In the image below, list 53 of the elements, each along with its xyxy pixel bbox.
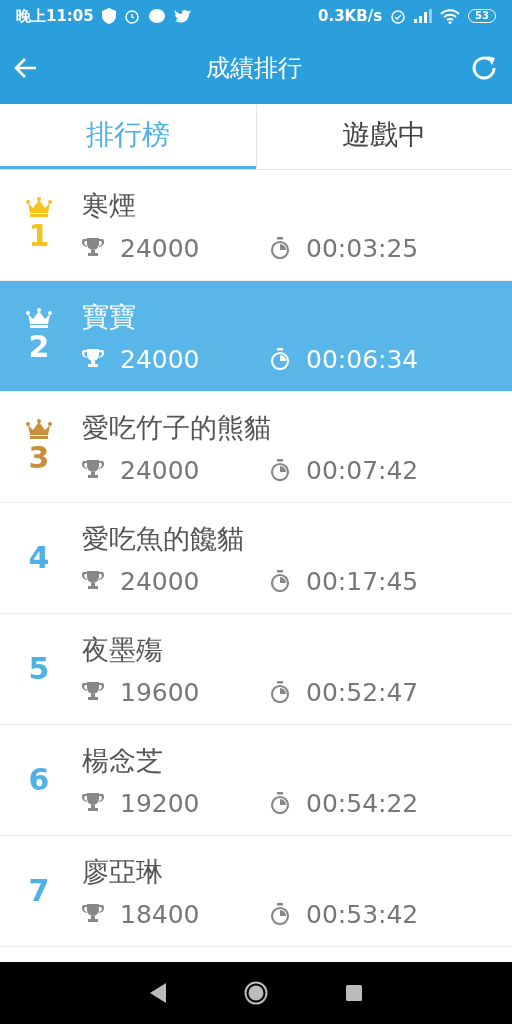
screen-title: 成績排行	[205, 53, 303, 84]
wifi-icon	[440, 8, 461, 24]
refresh-icon[interactable]	[470, 54, 498, 82]
stopwatch-icon	[270, 903, 290, 925]
rank-number: 7	[28, 874, 50, 908]
player-name: 楊念芝	[82, 743, 164, 778]
rank-number: 2	[28, 330, 50, 364]
trophy-icon	[82, 460, 104, 480]
trophy-icon	[82, 793, 104, 813]
elapsed-time: 00:07:42	[306, 455, 419, 485]
stopwatch-icon	[270, 348, 290, 370]
score: 18400	[120, 899, 201, 929]
stopwatch-icon	[270, 237, 290, 259]
elapsed-time: 00:17:45	[306, 566, 419, 596]
score: 24000	[120, 455, 201, 485]
shield-icon	[101, 8, 116, 24]
player-name: 寒煙	[82, 188, 137, 223]
trophy-icon	[82, 349, 104, 369]
status-time: 晚上11:05	[16, 6, 94, 26]
trophy-icon	[82, 682, 104, 702]
score: 19200	[120, 788, 201, 818]
stopwatch-icon	[270, 570, 290, 592]
score: 24000	[120, 566, 201, 596]
rank-number: 5	[28, 652, 50, 686]
score: 24000	[120, 344, 201, 374]
elapsed-time: 00:06:34	[306, 344, 419, 374]
score: 19600	[120, 677, 201, 707]
signal-icon	[414, 9, 433, 23]
stopwatch-icon	[270, 792, 290, 814]
elapsed-time: 00:53:42	[306, 899, 419, 929]
rank-number: 4	[28, 541, 50, 575]
player-name: 愛吃魚的饞貓	[82, 521, 245, 556]
bird-icon	[173, 8, 192, 24]
trophy-icon	[82, 904, 104, 924]
player-name: 愛吃竹子的熊貓	[82, 410, 272, 445]
elapsed-time: 00:54:22	[306, 788, 419, 818]
back-icon[interactable]	[150, 983, 166, 1003]
stopwatch-icon	[270, 681, 290, 703]
home-icon[interactable]	[244, 981, 268, 1005]
back-arrow-icon[interactable]	[14, 57, 38, 79]
score: 24000	[120, 233, 201, 263]
trophy-icon	[82, 571, 104, 591]
elapsed-time: 00:52:47	[306, 677, 419, 707]
rank-number: 3	[28, 441, 50, 475]
player-name: 寶寶	[82, 299, 137, 334]
stopwatch-icon	[270, 459, 290, 481]
player-name: 廖亞琳	[82, 854, 164, 889]
elapsed-time: 00:03:25	[306, 233, 419, 263]
network-speed: 0.3KB/s	[318, 7, 383, 25]
rank-number: 1	[28, 219, 50, 253]
player-name: 夜墨殤	[82, 632, 164, 667]
rank-number: 6	[28, 763, 50, 797]
trophy-icon	[82, 238, 104, 258]
